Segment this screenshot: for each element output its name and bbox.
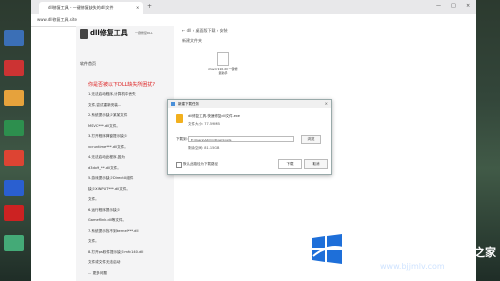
browser-tab[interactable]: dll修复工具 - 一键修复缺失的dll文件 × bbox=[39, 2, 143, 14]
list-item[interactable]: 文件。 bbox=[88, 239, 143, 250]
sidebar-title: 你是否被以下DLL缺失所困扰? bbox=[88, 82, 156, 88]
list-item[interactable]: 3.打开程序弹窗提示缺少 bbox=[88, 134, 143, 145]
cancel-button[interactable]: 取消 bbox=[304, 159, 328, 169]
dialog-titlebar: 新建下载任务 × bbox=[168, 100, 331, 108]
download-dialog: 新建下载任务 × dll修复工具-快速修复dll文件.exe 文件大小: 77.… bbox=[167, 99, 332, 175]
sidebar-list: 1.无法启动程序,计算机中丢失 文件,尝试重新安装... 2.系统提示缺少某某文… bbox=[88, 92, 143, 281]
default-path-checkbox[interactable] bbox=[176, 162, 182, 168]
minimize-button[interactable]: — bbox=[436, 3, 441, 9]
sidebar: dll修复工具 一键修复DLL 软件首页 你是否被以下DLL缺失所困扰? 1.无… bbox=[76, 26, 174, 281]
download-button[interactable]: 下载 bbox=[278, 159, 302, 169]
dialog-title: 新建下载任务 bbox=[178, 102, 199, 106]
list-item[interactable]: Gameflink.dll等文件。 bbox=[88, 218, 143, 229]
list-item[interactable]: 缺少XINPUT***.dll文件。 bbox=[88, 187, 143, 198]
desktop-icon-8[interactable] bbox=[4, 235, 24, 251]
dialog-close-icon[interactable]: × bbox=[325, 101, 328, 106]
sidebar-home-link[interactable]: 软件首页 bbox=[80, 61, 96, 67]
list-item[interactable]: 2.系统提示缺少某某文件 bbox=[88, 113, 143, 124]
list-item[interactable]: d3dx9_**.dll文件。 bbox=[88, 166, 143, 177]
new-tab-button[interactable]: + bbox=[147, 3, 152, 10]
exe-file-icon bbox=[176, 114, 183, 123]
list-item[interactable]: MSVC***.dll文件。 bbox=[88, 124, 143, 135]
list-item[interactable]: 1.无法启动程序,计算机中丢失 bbox=[88, 92, 143, 103]
list-item[interactable]: 6.运行程序提示缺少 bbox=[88, 208, 143, 219]
list-item[interactable]: vcruntime***.dll文件。 bbox=[88, 145, 143, 156]
windows-logo-icon bbox=[312, 234, 344, 264]
file-icon[interactable] bbox=[217, 52, 229, 66]
file-name[interactable]: msvcr110.dll 一键修复助手 bbox=[208, 67, 238, 75]
breadcrumb[interactable]: ← dll › 桌面版下载 › 安装 bbox=[182, 28, 228, 34]
save-to-label: 下载到: bbox=[176, 137, 188, 141]
download-file-size: 文件大小: 77.59MB bbox=[188, 122, 220, 126]
desktop-icon-2[interactable] bbox=[4, 60, 24, 76]
close-window-button[interactable]: × bbox=[466, 3, 470, 9]
save-path-input[interactable]: E:\Users\Admin\Downloads bbox=[188, 136, 294, 142]
list-item[interactable]: 5.游戏提示缺少DirectX组件 bbox=[88, 176, 143, 187]
tab-bar: dll修复工具 - 一键修复缺失的dll文件 × + — □ × bbox=[31, 0, 476, 14]
logo-text: dll修复工具 bbox=[90, 29, 128, 37]
download-icon bbox=[171, 102, 175, 106]
desktop-icon-5[interactable] bbox=[4, 150, 24, 166]
desktop-icon-4[interactable] bbox=[4, 120, 24, 136]
watermark-url: www.bjjmlv.com bbox=[380, 262, 445, 271]
list-item[interactable]: 4.无法启动此程序,因为 bbox=[88, 155, 143, 166]
desktop-icon-6[interactable] bbox=[4, 180, 24, 196]
list-item[interactable]: ... 更多问题 bbox=[88, 271, 143, 281]
logo-subtext: 一键修复DLL bbox=[135, 31, 153, 35]
list-item[interactable]: 文件,尝试重新安装... bbox=[88, 103, 143, 114]
free-space-text: 剩余空间: 81.15GB bbox=[188, 146, 220, 150]
tab-close-icon[interactable]: × bbox=[136, 5, 139, 10]
toolbar-label[interactable]: 新建文件夹 bbox=[182, 38, 202, 44]
watermark-brand: Windows bbox=[358, 241, 441, 261]
browse-button[interactable]: 浏览 bbox=[301, 135, 321, 144]
default-path-label: 默认此路径为下载路径 bbox=[183, 162, 218, 166]
desktop-icon-3[interactable] bbox=[4, 90, 24, 106]
desktop-icon-1[interactable] bbox=[4, 30, 24, 46]
maximize-button[interactable]: □ bbox=[451, 3, 456, 9]
list-item[interactable]: 文件或文件无法启动 bbox=[88, 260, 143, 271]
list-item[interactable]: 7.系统提示找不到kernel***.dll bbox=[88, 229, 143, 240]
tab-title: dll修复工具 - 一键修复缺失的dll文件 bbox=[48, 5, 114, 10]
url-text[interactable]: www.dll修复工具.site bbox=[37, 17, 77, 23]
desktop-icon-7[interactable] bbox=[4, 205, 24, 221]
list-item[interactable]: 文件。 bbox=[88, 197, 143, 208]
watermark-sub: 系统之家 bbox=[452, 246, 496, 259]
download-file-name: dll修复工具-快速修复dll文件.exe bbox=[188, 114, 240, 118]
list-item[interactable]: 8.打开ps软件提示缺少mfc140.dll bbox=[88, 250, 143, 261]
site-logo[interactable]: dll修复工具 一键修复DLL bbox=[80, 28, 153, 40]
logo-icon bbox=[80, 29, 88, 39]
